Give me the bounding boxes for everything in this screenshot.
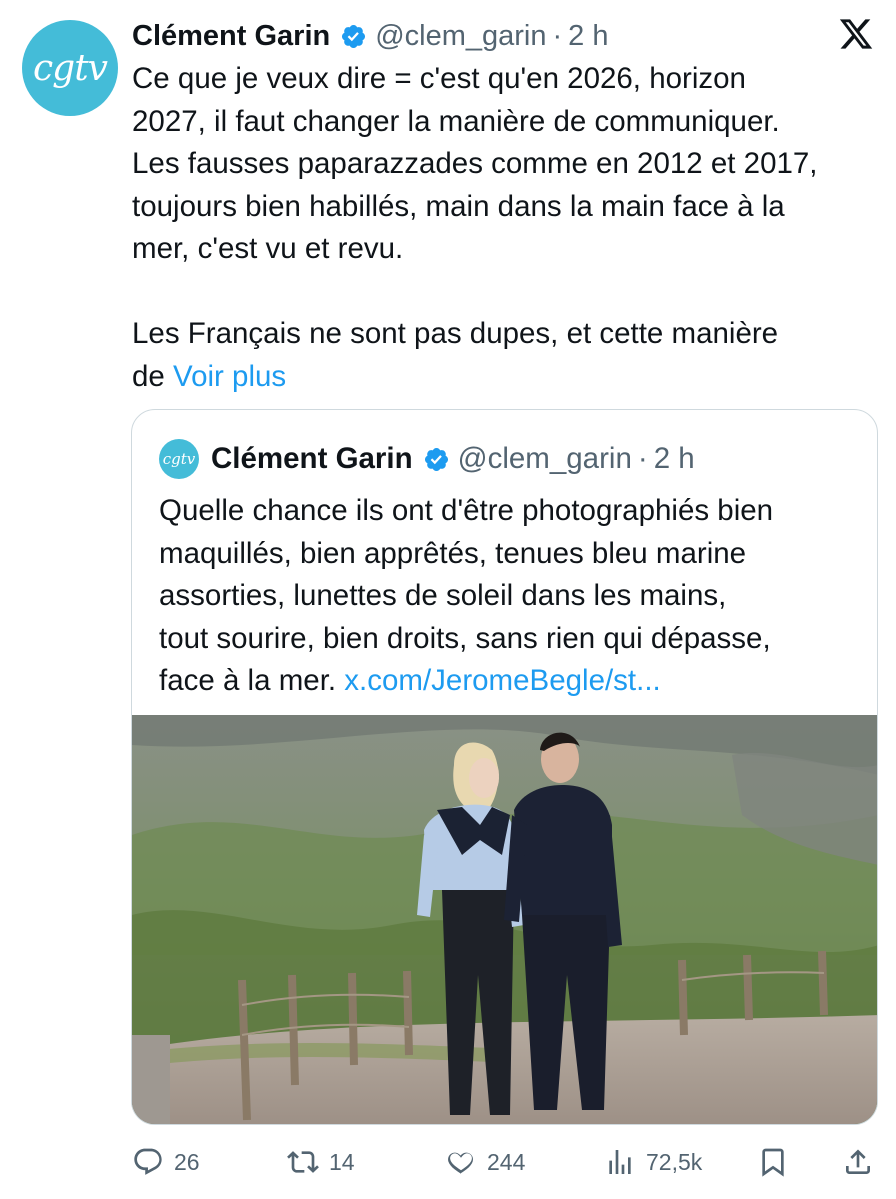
reply-icon <box>134 1148 162 1175</box>
separator-dot: · <box>637 442 648 475</box>
quoted-tweet-card[interactable]: cgtv Clément Garin @clem_garin · 2 h Que… <box>131 409 878 1125</box>
quoted-author-name[interactable]: Clément Garin <box>211 442 413 476</box>
repost-button[interactable]: 14 <box>287 1140 355 1184</box>
repost-count: 14 <box>329 1148 355 1175</box>
quoted-tweet-text: Quelle chance ils ont d'être photographi… <box>159 490 859 703</box>
quoted-author-handle[interactable]: @clem_garin <box>458 442 632 476</box>
like-icon <box>448 1152 473 1174</box>
author-avatar-logo-text: cgtv <box>32 47 108 89</box>
tweet-time[interactable]: 2 h <box>568 20 608 53</box>
tweet-text: Ce que je veux dire = c'est qu'en 2026, … <box>132 58 867 398</box>
quoted-tweet-header: cgtv Clément Garin @clem_garin · 2 h <box>159 438 695 480</box>
quoted-tweet-photo[interactable] <box>132 715 877 1124</box>
author-handle[interactable]: @clem_garin <box>375 20 546 53</box>
tweet-text-paragraph-2: Les Français ne sont pas dupes, et cette… <box>132 313 867 398</box>
see-more-link[interactable]: Voir plus <box>173 360 286 393</box>
views-count: 72,5k <box>646 1148 703 1175</box>
repost-icon <box>287 1151 319 1173</box>
x-logo-icon <box>839 19 873 49</box>
quoted-tweet-time[interactable]: 2 h <box>654 442 695 476</box>
quoted-author-avatar[interactable]: cgtv <box>159 439 199 479</box>
share-button[interactable] <box>842 1140 884 1184</box>
quoted-tweet-link[interactable]: x.com/JeromeBegle/st... <box>344 664 660 697</box>
quoted-avatar-logo-text: cgtv <box>162 450 196 468</box>
bookmark-icon <box>762 1148 784 1177</box>
author-name[interactable]: Clément Garin <box>132 20 330 53</box>
bookmark-button[interactable] <box>757 1140 799 1184</box>
like-button[interactable]: 244 <box>445 1140 525 1184</box>
verified-badge-icon[interactable] <box>340 23 367 50</box>
reply-count: 26 <box>174 1148 200 1175</box>
views-button[interactable]: 72,5k <box>604 1140 702 1184</box>
share-icon <box>846 1149 870 1174</box>
tweet-action-bar: 26 14 244 72,5k <box>132 1140 877 1184</box>
like-count: 244 <box>487 1148 526 1175</box>
separator-dot: · <box>552 19 563 52</box>
verified-badge-icon[interactable] <box>423 446 450 473</box>
tweet-header: Clément Garin @clem_garin · 2 h <box>132 14 609 58</box>
reply-button[interactable]: 26 <box>132 1140 200 1184</box>
tweet-text-paragraph-1: Ce que je veux dire = c'est qu'en 2026, … <box>132 62 818 265</box>
views-icon <box>609 1150 631 1174</box>
author-avatar[interactable]: cgtv <box>22 20 118 116</box>
